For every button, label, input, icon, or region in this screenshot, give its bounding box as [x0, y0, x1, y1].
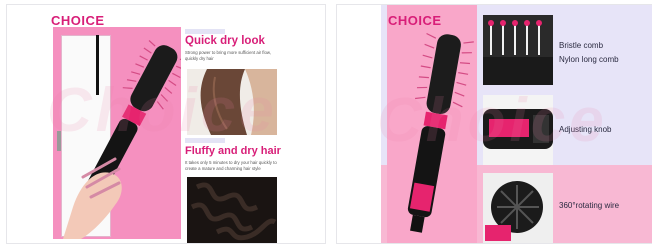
- title-accent: [185, 29, 225, 34]
- detail-cord-image: [483, 173, 553, 243]
- right-product-panel: CHOICE Bristle comb Nylon long comb Adju…: [336, 4, 652, 244]
- hair-photo-1: [187, 69, 277, 135]
- feature-label-cord: 360°rotating wire: [559, 201, 620, 210]
- detail-bristle-image: [483, 15, 553, 85]
- hair-dryer-brush-image: [407, 32, 474, 233]
- section2-body: It takes only 5 minutes to dry your hair…: [185, 160, 277, 171]
- brush-head: [130, 45, 178, 112]
- detail-knob-image: [483, 95, 553, 165]
- hair-dryer-brush-image: [63, 40, 181, 239]
- section1-body: Strong power to bring more sufficient ai…: [185, 50, 271, 61]
- section1-title: Quick dry look: [185, 35, 265, 47]
- feature-label-nylon: Nylon long comb: [559, 55, 619, 64]
- hair-photo-2: [187, 177, 277, 243]
- brand-logo: CHOICE: [51, 13, 105, 28]
- title-accent: [185, 138, 225, 143]
- left-product-panel: CHOICE Quick dry look Strong power to br…: [6, 4, 326, 244]
- feature-label-bristle: Bristle comb: [559, 41, 604, 50]
- section2-title: Fluffy and dry hair: [185, 145, 281, 157]
- feature-label-knob: Adjusting knob: [559, 125, 612, 134]
